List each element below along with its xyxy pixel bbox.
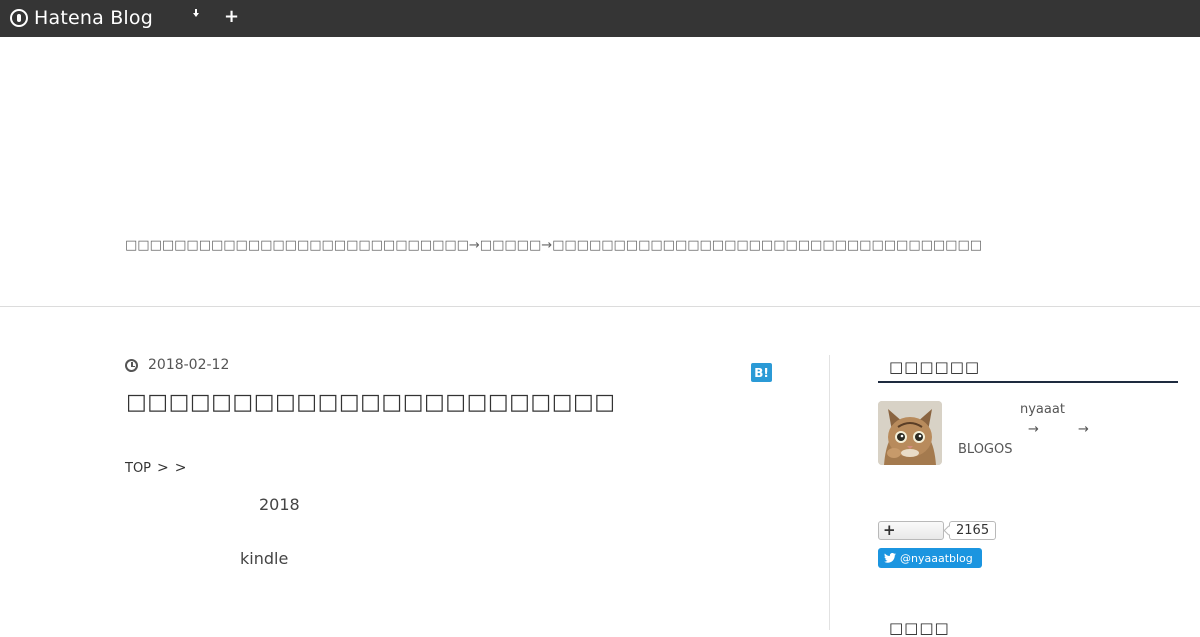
plus-icon[interactable]: + xyxy=(224,6,239,28)
header-divider xyxy=(0,306,1200,307)
breadcrumb-separator: > xyxy=(157,460,169,476)
hatena-logo-icon xyxy=(10,9,28,27)
hatena-bookmark-button[interactable]: B! xyxy=(751,363,772,382)
plus-icon: + xyxy=(883,521,896,539)
logo-text: Hatena Blog xyxy=(34,7,153,29)
breadcrumb-top-link[interactable]: TOP xyxy=(125,461,151,476)
sidebar-heading-rule xyxy=(878,381,1178,383)
follower-count: 2165 xyxy=(949,521,997,540)
entry-body-line: kindle xyxy=(240,549,289,568)
hatena-blog-logo[interactable]: Hatena Blog xyxy=(10,7,153,29)
sidebar-next-heading: □□□□ xyxy=(889,619,950,637)
profile-site-text: BLOGOS xyxy=(958,442,1013,457)
profile-name[interactable]: nyaaat xyxy=(1020,402,1065,417)
entry-body-line: 2018 xyxy=(259,495,300,514)
twitter-bird-icon xyxy=(884,553,896,563)
top-bar: Hatena Blog + xyxy=(0,0,1200,37)
blog-tagline: □□□□□□□□□□□□□□□□□□□□□□□□□□□□→□□□□□→□□□□□… xyxy=(125,238,983,253)
column-divider xyxy=(829,355,830,630)
caret-down-icon[interactable] xyxy=(193,9,199,17)
avatar[interactable] xyxy=(878,401,942,465)
profile-text-arrow: → xyxy=(1078,422,1089,437)
entry-date[interactable]: 2018-02-12 xyxy=(125,357,229,373)
entry-title[interactable]: □□□□□□□□□□□□□□□□□□□□□□□ xyxy=(126,390,616,415)
cat-avatar-image xyxy=(878,401,942,465)
breadcrumb-separator: > xyxy=(174,460,187,476)
follow-button[interactable]: + xyxy=(878,521,944,540)
sidebar-profile-heading: □□□□□□ xyxy=(889,358,981,376)
clock-icon xyxy=(125,358,138,372)
profile-text-arrow: → xyxy=(1028,422,1039,437)
twitter-follow-button[interactable]: @nyaaatblog xyxy=(878,548,982,568)
breadcrumb: TOP > > xyxy=(125,460,186,476)
twitter-handle: @nyaaatblog xyxy=(900,551,973,565)
entry-date-text: 2018-02-12 xyxy=(148,357,230,373)
